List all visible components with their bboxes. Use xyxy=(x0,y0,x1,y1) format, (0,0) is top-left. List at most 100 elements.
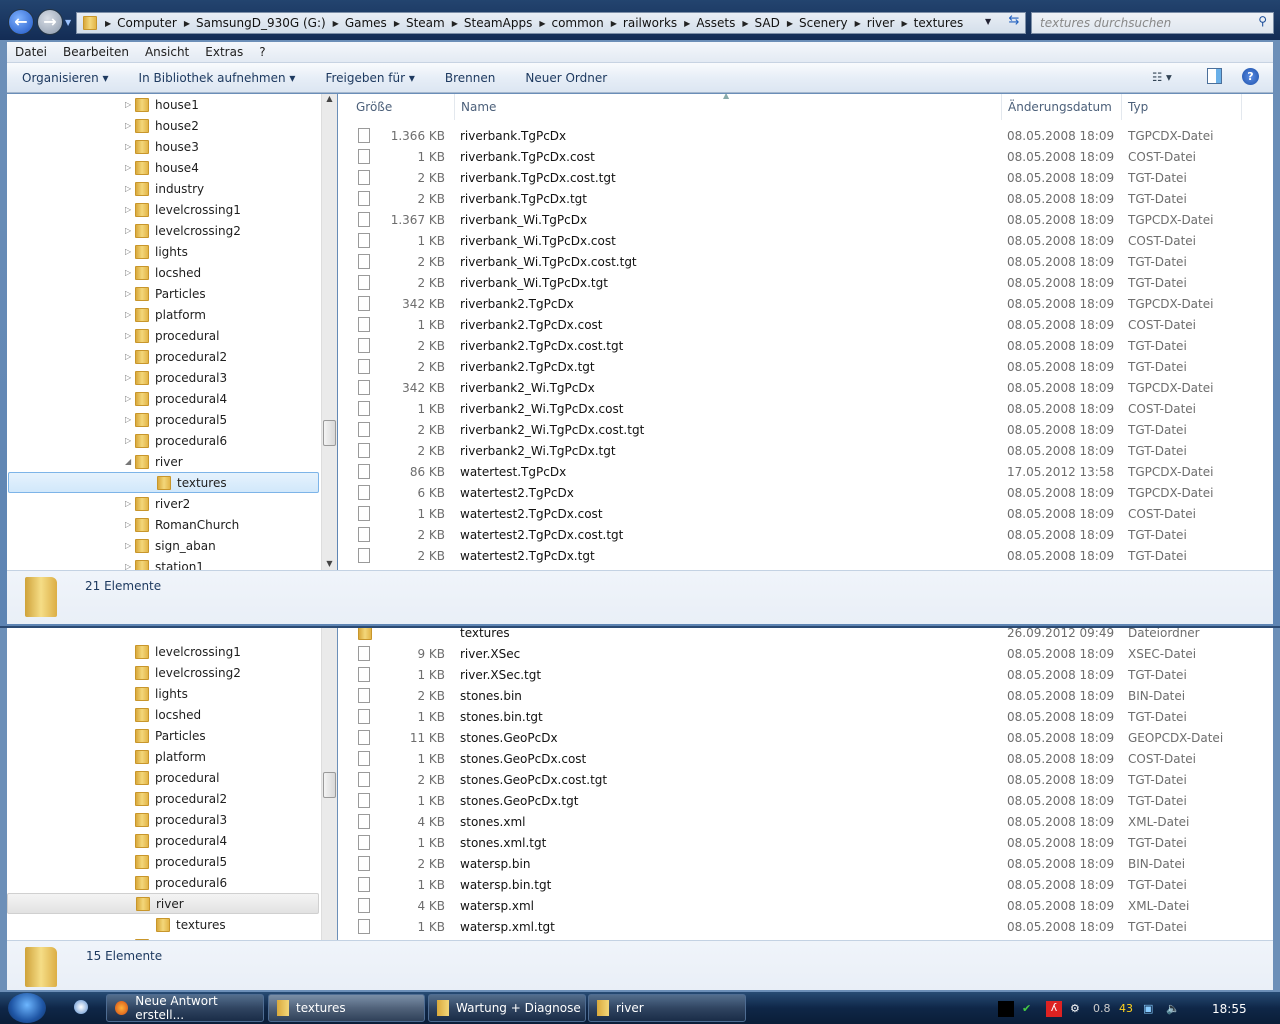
scroll-down-icon[interactable]: ▼ xyxy=(322,559,337,568)
breadcrumb-item[interactable]: SamsungD_930G (G:) xyxy=(196,16,326,30)
chevron-right-icon[interactable]: ▶ xyxy=(742,19,748,28)
file-row[interactable]: 9 KB river.XSec 08.05.2008 18:09 XSEC-Datei xyxy=(338,643,1273,664)
toolbar-button[interactable]: Organisieren ▾ xyxy=(7,71,124,85)
chevron-right-icon[interactable]: ▶ xyxy=(539,19,545,28)
collapsed-icon[interactable]: ▷ xyxy=(125,499,135,508)
collapsed-icon[interactable]: ▷ xyxy=(125,163,135,172)
collapsed-icon[interactable]: ▷ xyxy=(125,142,135,151)
tree-item[interactable]: ▷ industry xyxy=(7,178,319,199)
file-row[interactable]: 1.367 KB riverbank_Wi.TgPcDx 08.05.2008 18… xyxy=(338,209,1273,230)
show-desktop-icon[interactable] xyxy=(74,1000,88,1014)
column-header-type[interactable]: Typ xyxy=(1122,94,1242,120)
file-row[interactable]: 2 KB riverbank2_Wi.TgPcDx.cost.tgt 08.05.2… xyxy=(338,419,1273,440)
chevron-right-icon[interactable]: ▶ xyxy=(394,19,400,28)
file-row[interactable]: 4 KB watersp.xml 08.05.2008 18:09 XML-Datei xyxy=(338,895,1273,916)
collapsed-icon[interactable]: ▷ xyxy=(125,520,135,529)
file-row[interactable]: 2 KB watertest2.TgPcDx.tgt 08.05.2008 18:0… xyxy=(338,545,1273,566)
tree-item[interactable]: Particles xyxy=(7,725,319,746)
tray-black-icon[interactable] xyxy=(998,1001,1014,1017)
file-row[interactable]: 1 KB stones.bin.tgt 08.05.2008 18:09 TGT-Da… xyxy=(338,706,1273,727)
collapsed-icon[interactable]: ▷ xyxy=(125,373,135,382)
chevron-right-icon[interactable]: ▶ xyxy=(787,19,793,28)
tree-item[interactable]: ▷ station1 xyxy=(7,556,319,570)
breadcrumb-item[interactable]: river xyxy=(867,16,895,30)
breadcrumb-item[interactable]: Games xyxy=(345,16,387,30)
column-header-name[interactable]: Name ▲ xyxy=(455,94,1002,120)
collapsed-icon[interactable]: ▷ xyxy=(125,541,135,550)
tree-item[interactable]: ▷ levelcrossing2 xyxy=(7,220,319,241)
collapsed-icon[interactable]: ▷ xyxy=(125,436,135,445)
tree-item[interactable]: ▷ sign_aban xyxy=(7,535,319,556)
tree-item[interactable]: ▷ procedural5 xyxy=(7,409,319,430)
expanded-icon[interactable]: ◢ xyxy=(125,457,135,466)
search-input[interactable]: textures durchsuchen ⚲ xyxy=(1031,12,1274,34)
file-row[interactable]: 2 KB watertest2.TgPcDx.cost.tgt 08.05.2008… xyxy=(338,524,1273,545)
help-icon[interactable]: ? xyxy=(1242,68,1259,85)
tree-item[interactable]: ▷ house3 xyxy=(7,136,319,157)
file-row[interactable]: 2 KB riverbank_Wi.TgPcDx.cost.tgt 08.05.20… xyxy=(338,251,1273,272)
file-row[interactable]: 2 KB riverbank2.TgPcDx.tgt 08.05.2008 18:0… xyxy=(338,356,1273,377)
chevron-right-icon[interactable]: ▶ xyxy=(855,19,861,28)
column-header-size[interactable]: Größe xyxy=(350,94,455,120)
chevron-right-icon[interactable]: ▶ xyxy=(184,19,190,28)
file-row[interactable]: textures 26.09.2012 09:49 Dateiordner xyxy=(338,628,1273,643)
file-row[interactable]: 4 KB stones.xml 08.05.2008 18:09 XML-Datei xyxy=(338,811,1273,832)
tree-item[interactable]: river xyxy=(7,893,319,914)
file-row[interactable]: 2 KB riverbank.TgPcDx.tgt 08.05.2008 18:09… xyxy=(338,188,1273,209)
file-row[interactable]: 1.366 KB riverbank.TgPcDx 08.05.2008 18:09… xyxy=(338,125,1273,146)
tree-item[interactable]: procedural4 xyxy=(7,830,319,851)
file-row[interactable]: 6 KB watertest2.TgPcDx 08.05.2008 18:09 TGP… xyxy=(338,482,1273,503)
menu-item[interactable]: Ansicht xyxy=(137,45,197,59)
column-header-date[interactable]: Änderungsdatum xyxy=(1002,94,1122,120)
chevron-right-icon[interactable]: ▶ xyxy=(333,19,339,28)
collapsed-icon[interactable]: ▷ xyxy=(125,121,135,130)
tree-item[interactable]: ▷ platform xyxy=(7,304,319,325)
tree-item[interactable]: levelcrossing1 xyxy=(7,641,319,662)
breadcrumb-item[interactable]: common xyxy=(551,16,603,30)
collapsed-icon[interactable]: ▷ xyxy=(125,289,135,298)
taskbar-button[interactable]: river xyxy=(588,994,746,1022)
taskbar-button[interactable]: textures xyxy=(268,994,425,1022)
tree-item[interactable]: textures xyxy=(8,914,319,935)
file-row[interactable]: 1 KB watersp.bin.tgt 08.05.2008 18:09 TGT-D… xyxy=(338,874,1273,895)
tree-item[interactable]: ▷ procedural6 xyxy=(7,430,319,451)
file-row[interactable]: 11 KB stones.GeoPcDx 08.05.2008 18:09 GEOPC… xyxy=(338,727,1273,748)
breadcrumb-item[interactable]: railworks xyxy=(623,16,677,30)
collapsed-icon[interactable]: ▷ xyxy=(125,415,135,424)
clock[interactable]: 18:55 xyxy=(1212,1002,1247,1016)
tree-item[interactable]: ▷ house1 xyxy=(7,94,319,115)
back-button[interactable]: ← xyxy=(8,9,34,35)
tree-item[interactable]: ▷ locshed xyxy=(7,262,319,283)
file-row[interactable]: 1 KB watersp.xml.tgt 08.05.2008 18:09 TGT-D… xyxy=(338,916,1273,937)
breadcrumb-item[interactable]: Assets xyxy=(696,16,735,30)
toolbar-button[interactable]: Neuer Ordner xyxy=(510,71,622,85)
tree-item[interactable]: ▷ house2 xyxy=(7,115,319,136)
file-row[interactable]: 2 KB riverbank.TgPcDx.cost.tgt 08.05.2008 … xyxy=(338,167,1273,188)
breadcrumb-item[interactable]: SteamApps xyxy=(464,16,532,30)
tree-scrollbar[interactable] xyxy=(321,628,337,940)
file-row[interactable]: 1 KB stones.GeoPcDx.cost 08.05.2008 18:09 C… xyxy=(338,748,1273,769)
tree-item[interactable]: lights xyxy=(7,683,319,704)
tree-item[interactable]: levelcrossing2 xyxy=(7,662,319,683)
address-bar[interactable]: ▶ Computer ▶ SamsungD_930G (G:) ▶ Games ▶ Steam… xyxy=(76,12,1026,34)
chevron-right-icon[interactable]: ▶ xyxy=(901,19,907,28)
tree-item[interactable]: procedural xyxy=(7,767,319,788)
tree-item[interactable]: ▷ procedural2 xyxy=(7,346,319,367)
tree-item[interactable]: ▷ river2 xyxy=(7,493,319,514)
tray-volume-icon[interactable]: 🔈 xyxy=(1166,1002,1180,1015)
file-row[interactable]: 342 KB riverbank2_Wi.TgPcDx 08.05.2008 18:… xyxy=(338,377,1273,398)
tree-item[interactable]: ▷ procedural4 xyxy=(7,388,319,409)
forward-button[interactable]: → xyxy=(37,9,63,35)
tree-item[interactable]: ◢ river xyxy=(7,451,319,472)
tree-item[interactable]: ▷ lights xyxy=(7,241,319,262)
tree-item[interactable]: ▷ procedural xyxy=(7,325,319,346)
tray-acrobat-icon[interactable]: ʎ xyxy=(1046,1001,1062,1017)
tree-item[interactable]: ▷ procedural3 xyxy=(7,367,319,388)
file-row[interactable]: 1 KB watertest2.TgPcDx.cost 08.05.2008 18:… xyxy=(338,503,1273,524)
collapsed-icon[interactable]: ▷ xyxy=(125,226,135,235)
file-row[interactable]: 2 KB riverbank2_Wi.TgPcDx.tgt 08.05.2008 1… xyxy=(338,440,1273,461)
tree-item[interactable]: platform xyxy=(7,746,319,767)
collapsed-icon[interactable]: ▷ xyxy=(125,310,135,319)
menu-item[interactable]: Datei xyxy=(7,45,55,59)
menu-item[interactable]: ? xyxy=(251,45,273,59)
